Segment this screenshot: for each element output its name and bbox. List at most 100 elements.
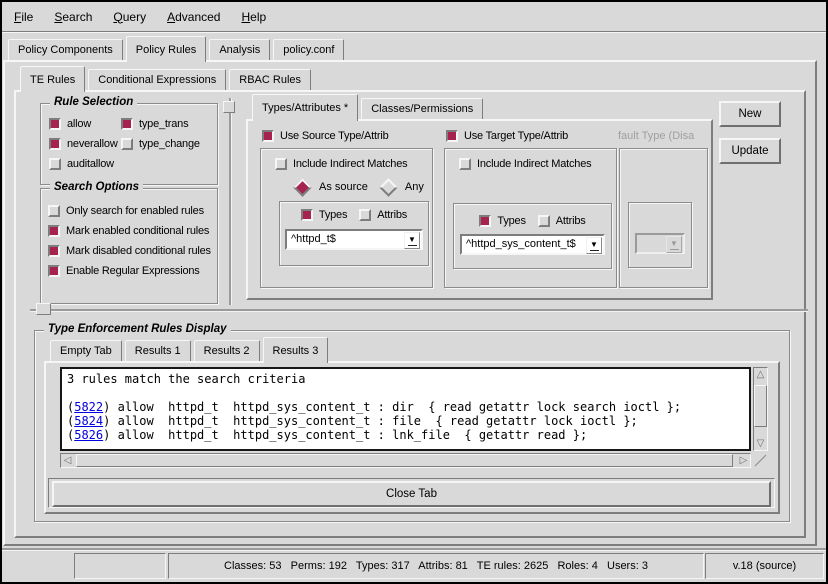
- menu-advanced[interactable]: Advanced: [159, 8, 228, 26]
- menubar: File Search Query Advanced Help: [2, 2, 826, 32]
- menu-file[interactable]: File: [6, 8, 41, 26]
- source-type-combobox[interactable]: ^httpd_t$ ▼: [285, 229, 423, 250]
- tab-policy-conf[interactable]: policy.conf: [273, 39, 344, 60]
- scroll-right-icon[interactable]: ▷: [737, 454, 750, 467]
- scroll-up-icon[interactable]: △: [754, 368, 767, 381]
- source-indirect-checkbox[interactable]: Include Indirect Matches: [275, 156, 407, 172]
- target-types-box: Types Attribs ^httpd_sys_content_t$ ▼: [453, 203, 612, 269]
- rule-selection-groupbox: Rule Selection allowneverallowauditallow…: [40, 103, 218, 185]
- te-display-title: Type Enforcement Rules Display: [44, 323, 231, 335]
- use-target-checkbox-indicator: [446, 130, 458, 142]
- menubar-items: File Search Query Advanced Help: [6, 8, 279, 26]
- checkbox-neverallow[interactable]: neverallow: [49, 134, 121, 154]
- status-version: v.18 (source): [705, 553, 824, 579]
- subtab-conditional-expressions[interactable]: Conditional Expressions: [88, 69, 226, 90]
- rule-selection-title: Rule Selection: [50, 96, 137, 108]
- source-types-checkbox-indicator: [301, 209, 313, 221]
- target-indirect-label: Include Indirect Matches: [477, 158, 591, 170]
- close-tab-frame: Close Tab: [48, 478, 775, 508]
- scroll-left-icon[interactable]: ◁: [61, 454, 74, 467]
- use-source-checkbox[interactable]: Use Source Type/Attrib: [262, 128, 389, 144]
- ta-tab-types-attributes[interactable]: Types/Attributes *: [252, 94, 358, 121]
- tab-policy-rules[interactable]: Policy Rules: [126, 36, 207, 62]
- checkbox-indicator: [121, 118, 133, 130]
- rule-link-5826[interactable]: 5826: [74, 428, 103, 442]
- checkbox-only-search-for-enabled-rules[interactable]: Only search for enabled rules: [48, 201, 217, 221]
- results-summary: 3 rules match the search criteria: [67, 372, 744, 386]
- checkbox-type-trans[interactable]: type_trans: [121, 114, 200, 134]
- subtab-te-rules[interactable]: TE Rules: [20, 66, 85, 92]
- vertical-sash-handle[interactable]: [223, 101, 235, 113]
- checkbox-label: auditallow: [67, 158, 114, 170]
- radio-as-source-label: As source: [319, 181, 368, 193]
- results-textarea[interactable]: 3 rules match the search criteria (5822)…: [60, 367, 751, 451]
- target-indirect-checkbox[interactable]: Include Indirect Matches: [459, 156, 591, 172]
- horizontal-sash-line: [30, 309, 808, 311]
- rule-selection-col1: allowneverallow auditallow: [49, 114, 121, 174]
- use-target-checkbox[interactable]: Use Target Type/Attrib: [446, 128, 568, 144]
- radio-any-indicator: [379, 178, 397, 196]
- rule-line: (5826) allow httpd_t httpd_sys_content_t…: [67, 428, 744, 442]
- source-types-box: Types Attribs ^httpd_t$ ▼: [279, 201, 429, 266]
- rule-link-5824[interactable]: 5824: [74, 414, 103, 428]
- target-type-combobox[interactable]: ^httpd_sys_content_t$ ▼: [460, 234, 605, 255]
- radio-any[interactable]: Any: [380, 179, 424, 195]
- app-window: File Search Query Advanced Help Policy Compo…: [0, 0, 828, 584]
- results-tab-results-1[interactable]: Results 1: [125, 340, 191, 361]
- status-stats: Classes: 53 Perms: 192 Types: 317 Attrib…: [168, 553, 704, 579]
- results-tab-results-3[interactable]: Results 3: [263, 337, 329, 363]
- source-combo-dropdown-icon[interactable]: ▼: [404, 232, 420, 249]
- checkbox-mark-enabled-conditional-rules[interactable]: Mark enabled conditional rules: [48, 221, 217, 241]
- source-types-checkbox[interactable]: Types: [301, 207, 347, 223]
- rule-link-5822[interactable]: 5822: [74, 400, 103, 414]
- radio-as-source-indicator: [293, 178, 311, 196]
- checkbox-allow[interactable]: allow: [49, 114, 121, 134]
- target-indirect-checkbox-indicator: [459, 158, 471, 170]
- checkbox-indicator: [48, 205, 60, 217]
- main-tabs: Policy ComponentsPolicy RulesAnalysispol…: [8, 36, 347, 62]
- default-type-combobox: ▼: [635, 233, 685, 254]
- rule-line: (5822) allow httpd_t httpd_sys_content_t…: [67, 400, 744, 414]
- subtab-rbac-rules[interactable]: RBAC Rules: [229, 69, 311, 90]
- hscroll-thumb[interactable]: [76, 454, 733, 467]
- horizontal-sash-handle[interactable]: [36, 303, 51, 315]
- rule-line: (5824) allow httpd_t httpd_sys_content_t…: [67, 414, 744, 428]
- results-hscrollbar[interactable]: ◁ ▷: [60, 453, 751, 468]
- ta-tab-classes-permissions[interactable]: Classes/Permissions: [361, 98, 483, 119]
- checkbox-indicator: [48, 245, 60, 257]
- search-options-groupbox: Search Options Only search for enabled r…: [40, 188, 218, 304]
- source-attribs-checkbox-indicator: [359, 209, 371, 221]
- checkbox-indicator: [49, 158, 61, 170]
- source-attribs-checkbox[interactable]: Attribs: [359, 207, 407, 223]
- results-tab-results-2[interactable]: Results 2: [194, 340, 260, 361]
- search-options-items: Only search for enabled rulesMark enable…: [41, 189, 217, 281]
- source-type-combobox-value[interactable]: ^httpd_t$: [285, 229, 423, 250]
- vscroll-thumb[interactable]: [754, 385, 767, 427]
- target-types-checkbox[interactable]: Types: [479, 213, 525, 229]
- target-types-label: Types: [497, 215, 525, 227]
- scroll-down-icon[interactable]: ▽: [754, 437, 767, 450]
- close-tab-button[interactable]: Close Tab: [52, 481, 771, 507]
- update-button[interactable]: Update: [719, 138, 781, 164]
- tab-analysis[interactable]: Analysis: [209, 39, 270, 60]
- new-button[interactable]: New: [719, 101, 781, 127]
- menu-help[interactable]: Help: [233, 8, 274, 26]
- results-tab-empty-tab[interactable]: Empty Tab: [50, 340, 122, 361]
- hscroll-trough[interactable]: [74, 454, 737, 467]
- target-combo-dropdown-icon[interactable]: ▼: [586, 237, 602, 254]
- radio-as-source[interactable]: As source: [294, 179, 368, 195]
- vscroll-trough[interactable]: [754, 381, 767, 437]
- checkbox-type-change[interactable]: type_change: [121, 134, 200, 154]
- target-type-combobox-value[interactable]: ^httpd_sys_content_t$: [460, 234, 605, 255]
- menu-query[interactable]: Query: [105, 8, 154, 26]
- menu-search[interactable]: Search: [46, 8, 100, 26]
- search-options-title: Search Options: [50, 181, 143, 193]
- checkbox-auditallow[interactable]: auditallow: [49, 154, 121, 174]
- checkbox-mark-disabled-conditional-rules[interactable]: Mark disabled conditional rules: [48, 241, 217, 261]
- checkbox-enable-regular-expressions[interactable]: Enable Regular Expressions: [48, 261, 217, 281]
- results-vscrollbar[interactable]: △ ▽: [753, 367, 768, 451]
- source-indirect-checkbox-indicator: [275, 158, 287, 170]
- scroll-corner: [753, 453, 768, 468]
- target-attribs-checkbox[interactable]: Attribs: [538, 213, 586, 229]
- tab-policy-components[interactable]: Policy Components: [8, 39, 123, 60]
